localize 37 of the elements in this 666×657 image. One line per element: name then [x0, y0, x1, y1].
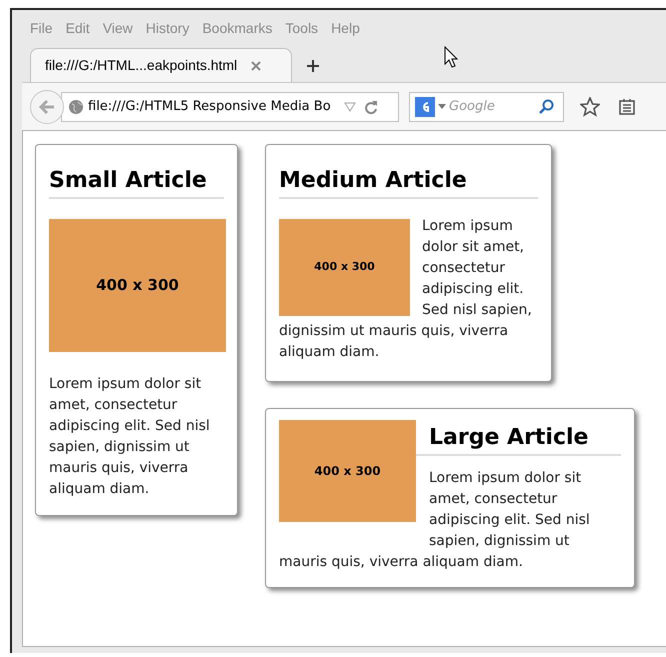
menu-item[interactable]: View: [102, 18, 133, 40]
article-title: Medium Article: [279, 167, 538, 199]
globe-icon: [68, 98, 84, 114]
menu-item[interactable]: Tools: [285, 18, 318, 40]
tab-title: file:///G:/HTML...eakpoints.html: [45, 56, 238, 75]
menu-item[interactable]: Bookmarks: [202, 18, 272, 40]
image-label: 400 x 300: [314, 463, 381, 480]
search-icon[interactable]: [538, 98, 554, 114]
menu-item[interactable]: File: [30, 18, 53, 40]
address-field[interactable]: file:///G:/HTML5 Responsive Media Bo: [61, 92, 399, 122]
search-input[interactable]: Google: [449, 96, 535, 116]
menu-item[interactable]: Edit: [66, 18, 90, 40]
article-text: dignissim ut mauris quis, viverra aliquam diam.: [279, 322, 510, 362]
search-engine-icon[interactable]: [415, 96, 435, 116]
search-field[interactable]: Google: [409, 92, 564, 122]
article-text: mauris quis, viverra aliquam diam.: [279, 553, 524, 572]
dropdown-icon[interactable]: [344, 102, 356, 112]
back-button[interactable]: [30, 90, 64, 124]
close-icon[interactable]: [251, 60, 262, 70]
reading-list-icon[interactable]: [618, 98, 636, 116]
caret-icon[interactable]: [438, 104, 446, 109]
article-title: Small Article: [49, 167, 224, 199]
article-text: Lorem ipsum dolor sit amet, consectetur adipiscing elit. Sed nisl sapien, dignissim ut: [428, 469, 591, 551]
browser-tab[interactable]: file:///G:/HTML...eakpoints.html: [30, 48, 292, 82]
article-title: Large Article: [416, 424, 621, 456]
back-arrow-icon: [39, 100, 55, 114]
reload-icon[interactable]: [364, 100, 378, 114]
cursor-icon: [444, 46, 458, 68]
address-text: file:///G:/HTML5 Responsive Media Bo: [88, 98, 332, 116]
image-label: 400 x 300: [96, 275, 179, 296]
menu-item[interactable]: History: [146, 18, 190, 40]
new-tab-icon[interactable]: [306, 59, 320, 73]
article-text: Lorem ipsum dolor sit amet, consectetur adipiscing elit. Sed nisl sapien,: [422, 217, 533, 320]
image-label: 400 x 300: [314, 259, 375, 276]
menu-item[interactable]: Help: [331, 18, 360, 40]
star-icon[interactable]: [580, 96, 600, 116]
article-text: Lorem ipsum dolor sit amet, consectetur adipiscing elit. Sed nisl sapien, dignissim ut mauris quis, viverra aliquam diam.: [49, 375, 211, 499]
